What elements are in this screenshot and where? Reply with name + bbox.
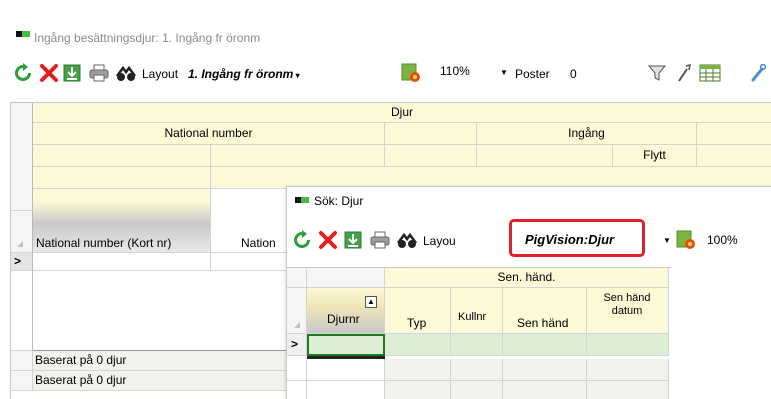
print-icon[interactable] bbox=[369, 230, 391, 250]
eyedropper-icon[interactable] bbox=[748, 63, 768, 83]
new-row-cell[interactable] bbox=[33, 253, 211, 271]
summary-row-header bbox=[11, 371, 33, 391]
chevron-down-icon[interactable]: ▼ bbox=[663, 233, 671, 249]
dialog-empty-cell bbox=[307, 359, 385, 381]
records-value: 0 bbox=[570, 67, 577, 81]
dialog-empty-cell bbox=[385, 359, 451, 381]
zoom-value[interactable]: 110% bbox=[440, 63, 470, 79]
column-header-label: Sen händ bbox=[517, 316, 569, 330]
dialog-empty-cell bbox=[451, 381, 503, 399]
dialog-layout-value[interactable]: PigVision:Djur bbox=[525, 232, 614, 248]
summary-row: Baserat på 0 djur bbox=[33, 371, 291, 391]
dialog-empty-cell bbox=[587, 359, 669, 381]
layout-selector[interactable]: 1. Ingång fr öronm ▾ bbox=[188, 66, 300, 84]
binoculars-icon[interactable] bbox=[114, 63, 138, 83]
print-icon[interactable] bbox=[88, 63, 110, 83]
records-label: Poster bbox=[515, 67, 550, 81]
main-window-title: Ingång besättningsdjur: 1. Ingång fr öro… bbox=[34, 31, 261, 45]
header-ingang-group: Ingång bbox=[477, 123, 697, 145]
sen-hand-cell[interactable] bbox=[503, 334, 587, 356]
dialog-empty-cell bbox=[503, 359, 587, 381]
dialog-app-icon bbox=[295, 197, 309, 203]
dialog-empty-cell bbox=[503, 381, 587, 399]
grid-empty-area bbox=[33, 271, 291, 351]
header-flytt: Flytt bbox=[613, 145, 697, 167]
column-header-label: Sen händ datum bbox=[603, 292, 651, 317]
dialog-new-row-indicator[interactable]: > bbox=[287, 334, 307, 356]
header-r3-c bbox=[385, 145, 477, 167]
header-r3-b bbox=[211, 145, 385, 167]
header-blank-1 bbox=[385, 123, 477, 145]
column-header-label: Typ bbox=[407, 316, 427, 330]
dialog-grid-corner bbox=[287, 268, 307, 288]
layout-value: 1. Ingång fr öronm bbox=[188, 67, 294, 81]
column-header-sen-hand-datum[interactable]: Sen händ datum bbox=[587, 288, 669, 334]
new-row-indicator[interactable]: > bbox=[11, 253, 33, 271]
dialog-grid-blank bbox=[307, 268, 385, 288]
tools-icon[interactable] bbox=[674, 63, 694, 83]
djurnr-input-cell[interactable] bbox=[307, 334, 385, 356]
new-row-cell[interactable] bbox=[211, 253, 291, 271]
header-sen-hand-group: Sen. händ. bbox=[385, 268, 669, 288]
dialog-toolbar: Layou PigVision:Djur ▼ 100% bbox=[287, 219, 771, 257]
header-r4-a bbox=[33, 167, 211, 189]
dialog-empty-rowhdr bbox=[287, 381, 307, 399]
column-header-label: National number (Kort nr) bbox=[36, 236, 172, 250]
dialog-grid: Sen. händ. Djurnr ▲ Typ Kullnr Sen händ … bbox=[287, 267, 671, 399]
header-blank-2 bbox=[697, 123, 771, 145]
table-icon[interactable] bbox=[698, 63, 722, 83]
column-header-typ[interactable]: Typ bbox=[385, 288, 451, 334]
typ-cell[interactable] bbox=[385, 334, 451, 356]
header-r3-d bbox=[477, 145, 613, 167]
dialog-new-row-marker: > bbox=[291, 337, 299, 351]
summary-row-header bbox=[11, 351, 33, 371]
search-animal-dialog: Sök: Djur Layou PigVision:Djur ▼ 100% Se… bbox=[286, 186, 771, 399]
layout-label: Layout bbox=[142, 67, 179, 81]
dialog-header-rowhdr bbox=[287, 288, 307, 334]
summary-row: Baserat på 0 djur bbox=[33, 351, 291, 371]
column-header-kullnr[interactable]: Kullnr bbox=[451, 288, 503, 334]
layout-settings-icon[interactable] bbox=[400, 62, 422, 84]
sen-hand-datum-cell[interactable] bbox=[587, 334, 669, 356]
header-r3-e bbox=[697, 145, 771, 167]
dialog-empty-cell bbox=[307, 381, 385, 399]
header-djur-group: Djur bbox=[33, 103, 771, 123]
chevron-down-icon: ▾ bbox=[293, 71, 300, 80]
kullnr-cell[interactable] bbox=[451, 334, 503, 356]
header-national-number-group: National number bbox=[33, 123, 385, 145]
new-row-marker: > bbox=[14, 254, 22, 268]
dialog-zoom-value[interactable]: 100% bbox=[707, 232, 738, 248]
dialog-empty-cell bbox=[587, 381, 669, 399]
dialog-empty-rowhdr bbox=[287, 359, 307, 381]
binoculars-icon[interactable] bbox=[395, 230, 419, 250]
delete-icon[interactable] bbox=[317, 229, 339, 251]
download-icon[interactable] bbox=[62, 63, 82, 83]
column-header-djurnr[interactable]: Djurnr ▲ bbox=[307, 288, 385, 334]
header-r3-a bbox=[33, 145, 211, 167]
column-header-label: Nation bbox=[241, 236, 276, 250]
layout-settings-icon[interactable] bbox=[675, 229, 697, 251]
download-icon[interactable] bbox=[343, 230, 363, 250]
column-header-label: Djurnr bbox=[327, 312, 360, 326]
window-app-icon bbox=[16, 31, 30, 37]
grid-header-rowhdr bbox=[11, 211, 33, 253]
dialog-layout-label: Layou bbox=[423, 234, 456, 248]
refresh-icon[interactable] bbox=[12, 62, 34, 84]
column-header-national-number-short[interactable]: National number (Kort nr) bbox=[33, 189, 211, 253]
column-header-national[interactable]: Nation bbox=[211, 189, 291, 253]
column-header-label: Kullnr bbox=[458, 311, 487, 323]
dialog-empty-cell bbox=[451, 359, 503, 381]
delete-icon[interactable] bbox=[38, 62, 60, 84]
dialog-empty-cell bbox=[385, 381, 451, 399]
main-toolbar: Layout 1. Ingång fr öronm ▾ 110% ▼ Poste… bbox=[0, 58, 771, 88]
sort-ascending-icon[interactable]: ▲ bbox=[365, 296, 377, 308]
refresh-icon[interactable] bbox=[291, 229, 313, 251]
column-header-sen-hand[interactable]: Sen händ bbox=[503, 288, 587, 334]
dialog-title: Sök: Djur bbox=[314, 194, 364, 208]
row-header-blank bbox=[11, 271, 33, 351]
filter-icon[interactable] bbox=[646, 63, 668, 83]
grid-corner bbox=[11, 103, 33, 211]
zoom-dropdown-icon[interactable]: ▼ bbox=[500, 65, 508, 81]
